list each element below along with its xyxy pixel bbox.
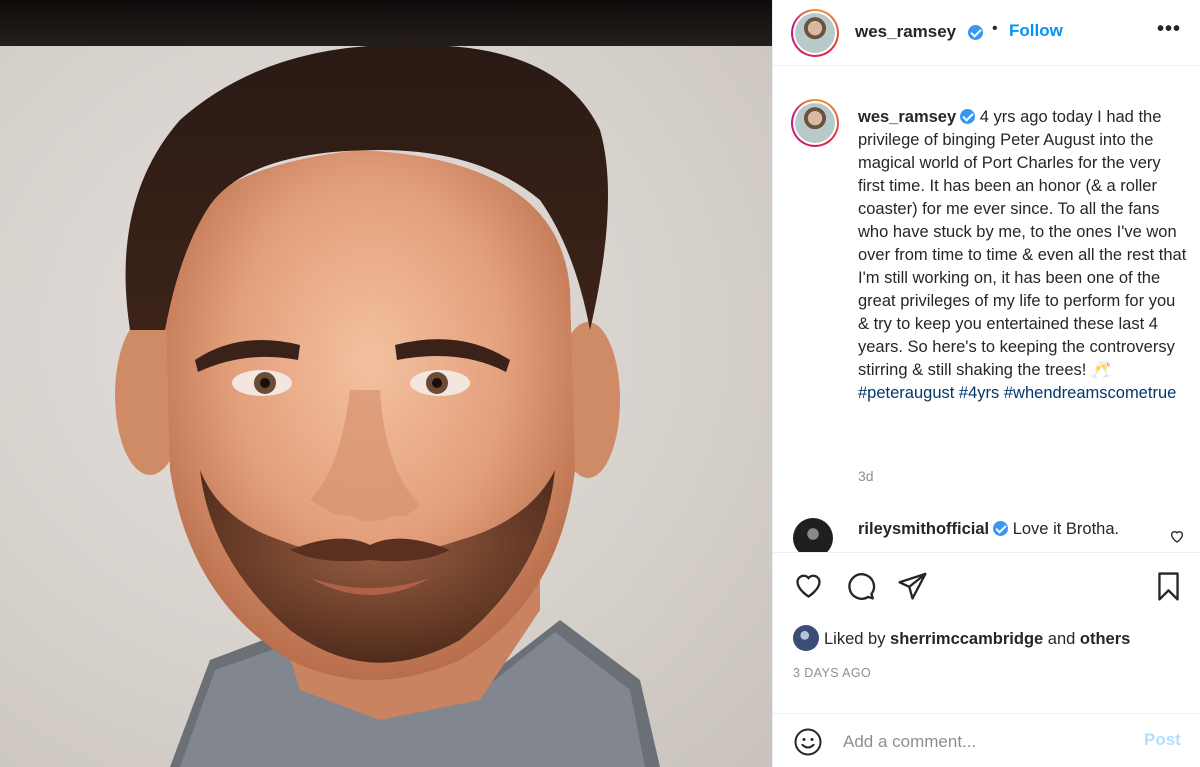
post-comment-button[interactable]: Post xyxy=(1144,730,1181,750)
verified-badge-icon xyxy=(993,521,1009,536)
comment-row: rileysmithofficial Love it Brotha. xyxy=(773,510,1200,552)
caption-text: wes_ramsey 4 yrs ago today I had the pri… xyxy=(858,106,1188,405)
comment-text: rileysmithofficial Love it Brotha. xyxy=(858,518,1119,541)
more-options-icon[interactable]: ••• xyxy=(1157,18,1181,41)
hashtag-link[interactable]: #peteraugust xyxy=(858,384,954,402)
likes-prefix: Liked by xyxy=(824,630,891,648)
likes-middle: and xyxy=(1043,630,1080,648)
caption-body: 4 yrs ago today I had the privilege of b… xyxy=(858,108,1187,379)
post-side-panel: wes_ramsey • Follow ••• wes_ramsey 4 yrs… xyxy=(772,0,1200,767)
commenter-username[interactable]: rileysmithofficial xyxy=(858,520,989,538)
post-photo[interactable] xyxy=(0,0,772,767)
header-separator-dot: • xyxy=(992,20,998,37)
like-heart-icon[interactable] xyxy=(793,570,824,601)
caption-author-avatar[interactable] xyxy=(791,99,839,147)
comment-bubble-icon[interactable] xyxy=(845,570,876,601)
likes-others-link[interactable]: others xyxy=(1080,630,1130,648)
share-send-icon[interactable] xyxy=(897,570,928,601)
likes-summary: Liked by sherrimccambridge and others xyxy=(793,625,1130,651)
comment-body: Love it Brotha. xyxy=(1008,520,1120,538)
post-date[interactable]: 3 DAYS AGO xyxy=(793,666,871,680)
post-header: wes_ramsey • Follow ••• xyxy=(773,0,1200,66)
verified-badge-icon xyxy=(960,109,976,124)
commenter-avatar[interactable] xyxy=(793,518,833,552)
add-comment-bar: Post xyxy=(773,713,1200,767)
author-username[interactable]: wes_ramsey xyxy=(855,22,956,42)
hashtag-link[interactable]: #4yrs xyxy=(959,384,999,402)
verified-badge-icon xyxy=(968,25,983,40)
liker-username[interactable]: sherrimccambridge xyxy=(890,630,1043,648)
emoji-smile-icon[interactable] xyxy=(793,727,823,757)
post-actions: Liked by sherrimccambridge and others 3 … xyxy=(773,552,1200,767)
save-bookmark-icon[interactable] xyxy=(1153,570,1184,603)
hashtag-link[interactable]: #whendreamscometrue xyxy=(1004,384,1176,402)
caption-section: wes_ramsey 4 yrs ago today I had the pri… xyxy=(773,66,1200,552)
liker-avatar[interactable] xyxy=(793,625,819,651)
caption-username[interactable]: wes_ramsey xyxy=(858,108,956,126)
caption-timestamp[interactable]: 3d xyxy=(858,468,874,484)
author-avatar[interactable] xyxy=(791,9,839,57)
portrait-illustration xyxy=(115,44,660,767)
follow-button[interactable]: Follow xyxy=(1009,21,1063,41)
comment-input[interactable] xyxy=(843,730,1133,754)
comment-like-heart-icon[interactable] xyxy=(1169,528,1185,544)
